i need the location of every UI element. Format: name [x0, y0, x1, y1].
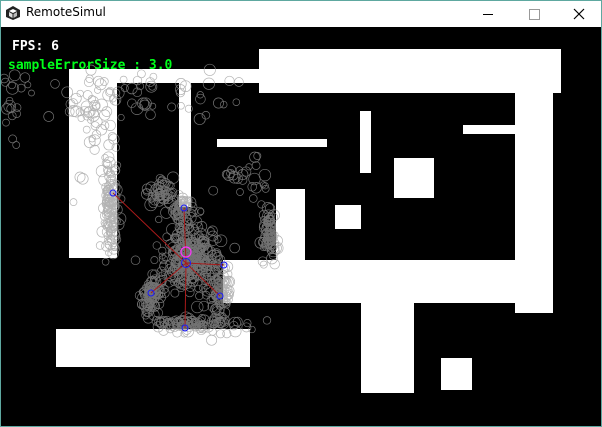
- wall: [56, 329, 250, 367]
- minimize-button[interactable]: [465, 1, 511, 27]
- title-bar[interactable]: RemoteSimul: [1, 1, 601, 27]
- wall: [217, 139, 327, 147]
- wall: [361, 260, 414, 393]
- wall: [360, 111, 371, 173]
- minimize-icon: [483, 14, 493, 15]
- wall: [259, 49, 561, 93]
- maximize-icon: [529, 9, 540, 20]
- wall: [515, 93, 553, 313]
- unity-logo-icon: [6, 6, 20, 20]
- window-title: RemoteSimul: [26, 5, 106, 19]
- wall: [463, 125, 515, 134]
- sample-error-size-label: sampleErrorSize : 3.0: [8, 58, 173, 73]
- wall: [179, 83, 191, 207]
- simulation-viewport[interactable]: FPS: 6 sampleErrorSize : 3.0: [1, 27, 601, 426]
- wall: [394, 158, 434, 198]
- close-icon: [573, 8, 585, 20]
- close-button[interactable]: [557, 1, 602, 27]
- wall: [441, 358, 472, 390]
- maximize-button[interactable]: [511, 1, 557, 27]
- fps-counter: FPS: 6: [12, 39, 59, 54]
- wall: [335, 205, 361, 229]
- app-window: RemoteSimul FPS: 6 sampleErrorSize: 3.0: [0, 0, 602, 427]
- simulation-canvas: [1, 27, 601, 426]
